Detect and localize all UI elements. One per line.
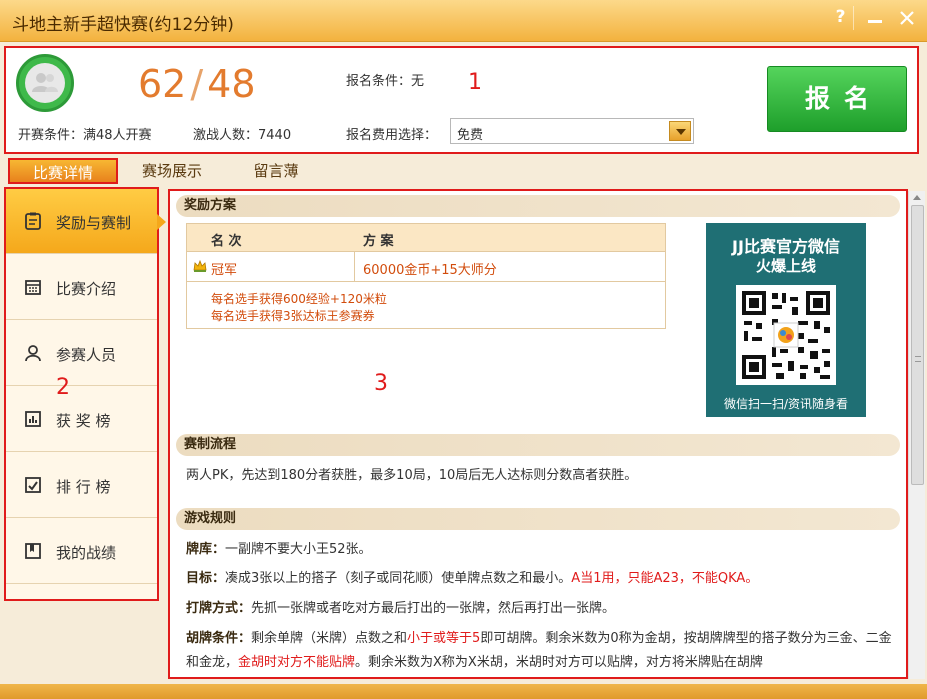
rule-deck: 牌库：一副牌不要大小王52张。 xyxy=(186,538,894,562)
player-count-current: 62 xyxy=(138,62,187,106)
reward-extra-1: 每名选手获得600经验+120米粒 xyxy=(211,292,387,306)
wechat-qr-ad[interactable]: JJ比赛官方微信 火爆上线 微信扫一扫/资讯随身看 xyxy=(706,223,866,417)
annotation-1: 1 xyxy=(468,70,482,95)
fighters-count: 激战人数：7440 xyxy=(193,128,292,143)
rules-header: 游戏规则 xyxy=(176,508,900,530)
user-icon xyxy=(25,345,41,362)
sidebar-item-label: 我的战绩 xyxy=(56,544,117,562)
prize-cell: 60000金币+15大师分 xyxy=(363,263,497,278)
qr-code xyxy=(736,285,836,385)
sidebar-item-label: 奖励与赛制 xyxy=(56,214,132,232)
qr-subtitle: 火爆上线 xyxy=(755,257,816,275)
scroll-up-icon[interactable] xyxy=(913,195,921,200)
tab-bar: 比赛详情 赛场展示 留言薄 xyxy=(4,156,919,186)
reward-extra-2: 每名选手获得3张达标王参赛券 xyxy=(211,309,375,323)
sidebar-item-label: 比赛介绍 xyxy=(56,280,117,298)
content-panel: 奖励方案 名 次 方 案 冠军 60000金币+15大师分 每名选手获得600经… xyxy=(168,189,908,679)
table-header: 名 次 方 案 xyxy=(187,224,665,252)
sidebar-item-ranking[interactable]: 排 行 榜 xyxy=(6,453,157,518)
rank-cell: 冠军 xyxy=(211,263,238,278)
rule-goal-label: 目标： xyxy=(186,571,226,586)
match-avatar xyxy=(16,54,74,112)
col-plan-header: 方 案 xyxy=(363,234,394,249)
tab-guestbook[interactable]: 留言薄 xyxy=(226,158,326,184)
rule-hu-highlight-2: 金胡时对方不能贴牌 xyxy=(238,655,356,670)
rule-goal-highlight: A当1用，只能A23，不能QKA。 xyxy=(571,571,759,586)
sidebar-item-label: 排 行 榜 xyxy=(56,478,111,496)
match-info-panel: 62/48 开赛条件：满48人开赛 激战人数：7440 报名条件：无 报名费用选… xyxy=(4,46,919,154)
bookmark-icon xyxy=(25,543,41,559)
qr-code-icon xyxy=(742,291,830,379)
qr-title: JJ比赛官方微信 xyxy=(732,237,840,256)
bottom-bar xyxy=(0,684,927,699)
sidebar-item-rewards[interactable]: 奖励与赛制 xyxy=(6,189,166,254)
rule-hu-highlight-1: 小于或等于5 xyxy=(407,631,481,646)
minimize-icon xyxy=(868,20,882,23)
player-count-total: 48 xyxy=(207,62,256,106)
rule-hu-text-1: 剩余单牌（米牌）点数之和 xyxy=(251,631,408,646)
rule-deck-label: 牌库： xyxy=(186,542,226,557)
clipboard-icon xyxy=(25,212,41,230)
open-condition: 开赛条件：满48人开赛 xyxy=(18,128,152,143)
fee-select-value: 免费 xyxy=(457,128,484,143)
sidebar-item-participants[interactable]: 参赛人员 xyxy=(6,321,157,386)
rule-deck-text: 一副牌不要大小王52张。 xyxy=(225,542,372,557)
tab-match-details[interactable]: 比赛详情 xyxy=(8,158,118,184)
annotation-3: 3 xyxy=(374,371,388,396)
rule-play-text: 先抓一张牌或者吃对方最后打出的一张牌，然后再打出一张牌。 xyxy=(251,601,616,616)
sidebar: 奖励与赛制 比赛介绍 参赛人员 获 奖 榜 排 行 榜 我的战绩 2 xyxy=(4,187,166,601)
qr-caption: 微信扫一扫/资讯随身看 xyxy=(723,397,849,411)
rule-hu: 胡牌条件：剩余单牌（米牌）点数之和小于或等于5即可胡牌。剩余米数为0称为金胡，按… xyxy=(186,627,894,675)
process-text: 两人PK，先达到180分者获胜，最多10局，10局后无人达标则分数高者获胜。 xyxy=(186,468,638,483)
tab-venue-display[interactable]: 赛场展示 xyxy=(122,158,222,184)
rule-hu-label: 胡牌条件： xyxy=(186,631,252,646)
close-button[interactable] xyxy=(894,6,920,30)
chevron-down-icon[interactable] xyxy=(669,121,691,141)
rewards-table: 名 次 方 案 冠军 60000金币+15大师分 每名选手获得600经验+120… xyxy=(186,223,666,329)
trend-icon xyxy=(25,477,41,493)
users-icon xyxy=(32,73,58,92)
rule-play-label: 打牌方式： xyxy=(186,601,252,616)
process-header: 赛制流程 xyxy=(176,434,900,456)
rewards-header: 奖励方案 xyxy=(176,195,900,217)
sidebar-item-label: 获 奖 榜 xyxy=(56,412,111,430)
calendar-icon xyxy=(25,280,41,295)
window-title: 斗地主新手超快赛(约12分钟) xyxy=(12,15,234,35)
title-bar: 斗地主新手超快赛(约12分钟) ? xyxy=(0,0,927,42)
crown-icon xyxy=(193,259,207,272)
help-button[interactable]: ? xyxy=(828,6,854,30)
col-rank-header: 名 次 xyxy=(211,234,242,249)
sidebar-item-my-record[interactable]: 我的战绩 xyxy=(6,519,157,584)
fee-select[interactable]: 免费 xyxy=(450,118,694,144)
annotation-2: 2 xyxy=(56,375,70,400)
fee-label: 报名费用选择： xyxy=(346,128,438,143)
close-icon xyxy=(900,11,914,25)
grip-icon xyxy=(915,356,921,362)
content-scrollbar[interactable] xyxy=(908,191,925,679)
scroll-thumb[interactable] xyxy=(911,205,924,485)
sidebar-item-winners[interactable]: 获 奖 榜 xyxy=(6,387,157,452)
rule-goal-text: 凑成3张以上的搭子（刻子或同花顺）使单牌点数之和最小。 xyxy=(225,571,572,586)
player-count-separator: / xyxy=(190,62,204,106)
rule-hu-text-3: 。剩余米数为X称为X米胡，米胡时对方可以贴牌，对方将米牌贴在胡牌 xyxy=(355,655,763,670)
rule-play: 打牌方式：先抓一张牌或者吃对方最后打出的一张牌，然后再打出一张牌。 xyxy=(186,597,894,621)
rule-goal: 目标：凑成3张以上的搭子（刻子或同花顺）使单牌点数之和最小。A当1用，只能A23… xyxy=(186,567,894,591)
sidebar-item-intro[interactable]: 比赛介绍 xyxy=(6,255,157,320)
signup-condition: 报名条件：无 xyxy=(346,74,425,89)
signup-button[interactable]: 报名 xyxy=(767,66,907,132)
sidebar-item-label: 参赛人员 xyxy=(56,346,117,364)
reward-extras: 每名选手获得600经验+120米粒 每名选手获得3张达标王参赛券 xyxy=(187,282,665,328)
minimize-button[interactable] xyxy=(862,6,888,30)
table-row: 冠军 60000金币+15大师分 xyxy=(187,252,665,282)
player-count: 62/48 xyxy=(138,62,256,106)
bar-chart-icon xyxy=(25,411,41,427)
